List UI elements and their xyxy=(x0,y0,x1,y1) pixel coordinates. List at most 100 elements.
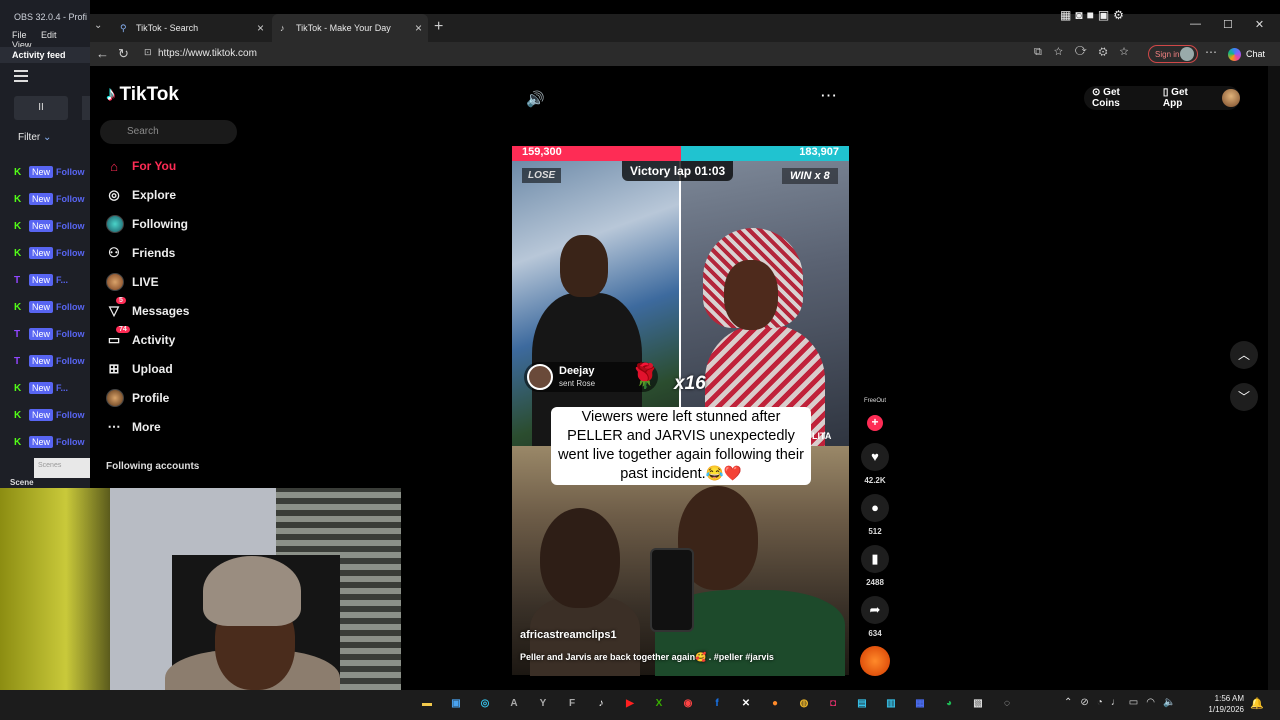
taskbar-instagram-icon[interactable]: ◘ xyxy=(824,695,842,713)
obs-pause-button[interactable]: II xyxy=(14,96,68,120)
url-input[interactable]: https://www.tiktok.com xyxy=(138,45,1018,63)
obs-menubar: File Edit View xyxy=(0,30,90,50)
obs-skip-button[interactable] xyxy=(82,96,90,120)
more-options-icon[interactable]: ⋯ xyxy=(820,86,837,106)
page-scrollbar[interactable] xyxy=(1268,66,1280,690)
obs-event-item[interactable]: K New Follow xyxy=(14,298,90,316)
taskbar-folder-icon[interactable]: ▬ xyxy=(418,695,436,713)
taskbar-clock[interactable]: 1:56 AM 1/19/2026 xyxy=(1204,693,1244,715)
tab-tiktok-search[interactable]: ⚲ TikTok - Search × xyxy=(112,14,270,42)
get-coins-button[interactable]: ⊙ Get Coins xyxy=(1092,87,1149,109)
taskbar-f-app-icon[interactable]: F xyxy=(563,695,581,713)
obs-scenes-panel: Scenes xyxy=(34,458,90,478)
next-video-button[interactable]: ﹀ xyxy=(1230,383,1258,411)
minimize-icon[interactable]: — xyxy=(1190,18,1201,31)
sidebar-item-upload[interactable]: ⊞ Upload xyxy=(106,359,173,379)
share-button[interactable]: ➦ 634 xyxy=(861,596,889,638)
taskbar-chrome-alt-icon[interactable]: ● xyxy=(766,695,784,713)
search-input[interactable]: Search xyxy=(100,120,237,144)
video-author[interactable]: africastreamclips1 xyxy=(520,629,617,641)
taskbar-calendar-icon[interactable]: ▦ xyxy=(911,695,929,713)
new-badge: New xyxy=(29,193,54,205)
taskbar-facebook-icon[interactable]: f xyxy=(708,695,726,713)
obs-event-item[interactable]: T New F... xyxy=(14,271,90,289)
logo-text: TikTok xyxy=(119,84,179,105)
obs-menu-file[interactable]: File xyxy=(12,30,27,40)
user-avatar[interactable] xyxy=(1222,89,1240,107)
comment-button[interactable]: ● 512 xyxy=(861,494,889,536)
sidebar-item-explore[interactable]: ◎ Explore xyxy=(106,185,176,205)
taskbar-obs-icon[interactable]: ◌ xyxy=(998,695,1016,713)
close-window-icon[interactable]: ✕ xyxy=(1255,18,1264,31)
sidebar-item-for-you[interactable]: ⌂ For You xyxy=(106,156,176,176)
taskbar-chrome-icon[interactable]: ◍ xyxy=(795,695,813,713)
obs-event-item[interactable]: K New Follow xyxy=(14,217,90,235)
obs-event-item[interactable]: K New Follow xyxy=(14,406,90,424)
obs-event-item[interactable]: K New Follow xyxy=(14,433,90,451)
taskbar-spotify-icon[interactable]: ◕ xyxy=(940,695,958,713)
event-text: Follow xyxy=(56,194,85,204)
tab-tiktok-home[interactable]: ♪ TikTok - Make Your Day × xyxy=(272,14,428,42)
taskbar-x-icon[interactable]: ✕ xyxy=(737,695,755,713)
taskbar-y-app-icon[interactable]: Y xyxy=(534,695,552,713)
obs-event-item[interactable]: K New Follow xyxy=(14,190,90,208)
obs-filter-dropdown[interactable]: Filter ⌄ xyxy=(18,132,51,143)
taskbar-tiktok-icon[interactable]: ♪ xyxy=(592,695,610,713)
browser-extension-icons[interactable]: ⧉☆⟳⚙☆ xyxy=(1034,46,1141,59)
friends-icon: ⚇ xyxy=(108,245,120,260)
webcam-person xyxy=(203,556,301,626)
taskbar-store-icon[interactable]: ▣ xyxy=(447,695,465,713)
profile-avatar-icon[interactable] xyxy=(1180,47,1194,61)
obs-event-item[interactable]: T New Follow xyxy=(14,325,90,343)
obs-capture-toolbar[interactable]: ▦◙■▣⚙ xyxy=(1060,8,1128,24)
taskbar-app-white-icon[interactable]: ▧ xyxy=(969,695,987,713)
save-button[interactable]: ▮ 2488 xyxy=(861,545,889,587)
sidebar-item-activity[interactable]: ▭ 74 Activity xyxy=(106,326,175,350)
get-app-button[interactable]: ▯ Get App xyxy=(1163,87,1209,109)
sidebar-item-label: Profile xyxy=(132,391,170,405)
obs-event-item[interactable]: T New Follow xyxy=(14,352,90,370)
sidebar-item-friends[interactable]: ⚇ Friends xyxy=(106,243,175,263)
like-button[interactable]: ♥ 42.2K xyxy=(861,443,889,485)
sidebar-item-messages[interactable]: ▽ 5 Messages xyxy=(106,297,189,321)
taskbar-xbox-icon[interactable]: X xyxy=(650,695,668,713)
new-tab-button[interactable]: + xyxy=(434,18,443,36)
taskbar-a-app-icon[interactable]: A xyxy=(505,695,523,713)
sidebar-item-profile[interactable]: Profile xyxy=(106,388,169,408)
taskbar-edge-icon[interactable]: ◎ xyxy=(476,695,494,713)
clock-date: 1/19/2026 xyxy=(1208,705,1244,714)
volume-icon[interactable]: 🔊 xyxy=(526,90,545,108)
more-menu-icon[interactable]: ⋯ xyxy=(1205,45,1217,59)
copilot-chat-button[interactable]: Chat xyxy=(1228,45,1265,63)
previous-video-button[interactable]: ︿ xyxy=(1230,341,1258,369)
tab-list-chevron-icon[interactable]: ⌄ xyxy=(94,20,102,31)
close-tab-icon[interactable]: × xyxy=(415,21,422,35)
obs-hamburger-icon[interactable] xyxy=(14,70,28,82)
close-tab-icon[interactable]: × xyxy=(257,21,264,35)
obs-event-item[interactable]: K New Follow xyxy=(14,163,90,181)
notification-icon[interactable]: 🔔 xyxy=(1250,697,1264,710)
maximize-icon[interactable]: ☐ xyxy=(1223,18,1233,31)
profile-avatar-icon xyxy=(106,389,124,407)
reload-icon[interactable]: ↻ xyxy=(118,46,129,62)
taskbar-discord-icon[interactable]: ◉ xyxy=(679,695,697,713)
sidebar-item-live[interactable]: LIVE xyxy=(106,272,159,292)
site-info-icon[interactable]: ⊡ xyxy=(144,47,152,58)
share-count: 634 xyxy=(868,629,882,638)
sidebar-item-more[interactable]: ⋯ More xyxy=(106,417,161,437)
taskbar-app-blue-icon[interactable]: ▥ xyxy=(882,695,900,713)
sidebar-item-following[interactable]: Following xyxy=(106,214,188,234)
follow-button[interactable]: + xyxy=(867,415,883,431)
gift-action: sent Rose xyxy=(559,379,596,388)
back-arrow-icon[interactable]: ← xyxy=(96,46,109,61)
system-tray-icons[interactable]: ⌃⊘◔♩▭◠🔈 xyxy=(1064,697,1183,708)
music-disc-icon[interactable] xyxy=(860,646,890,676)
tiktok-logo[interactable]: ♪ TikTok xyxy=(106,84,179,106)
obs-event-item[interactable]: K New F... xyxy=(14,379,90,397)
obs-event-item[interactable]: K New Follow xyxy=(14,244,90,262)
obs-menu-edit[interactable]: Edit xyxy=(41,30,57,40)
speaker-icon[interactable]: ♪ xyxy=(280,23,290,33)
creator-avatar[interactable]: FreeOut xyxy=(862,398,888,414)
taskbar-youtube-icon[interactable]: ▶ xyxy=(621,695,639,713)
taskbar-photos-icon[interactable]: ▤ xyxy=(853,695,871,713)
